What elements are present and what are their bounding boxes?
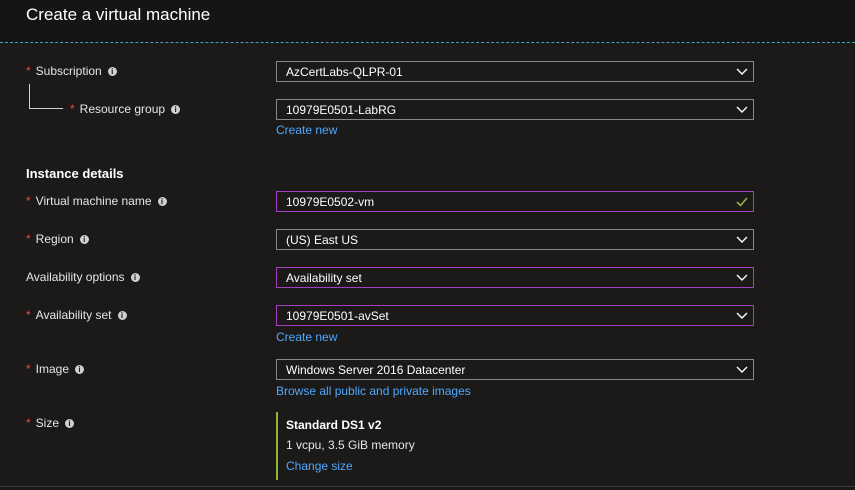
info-icon[interactable]: i	[117, 310, 127, 320]
required-marker: *	[26, 362, 31, 376]
create-new-resource-group-link[interactable]: Create new	[276, 123, 337, 137]
info-icon[interactable]: i	[75, 364, 85, 374]
divider	[0, 486, 855, 487]
info-icon[interactable]: i	[171, 104, 181, 114]
availability-options-label-row: Availability options i	[26, 270, 140, 284]
availability-options-label: Availability options	[26, 270, 125, 284]
image-label-row: * Image i	[26, 362, 85, 376]
tree-connector	[29, 84, 63, 109]
image-value: Windows Server 2016 Datacenter	[286, 362, 466, 377]
availability-options-value: Availability set	[286, 270, 362, 285]
vm-name-label-row: * Virtual machine name i	[26, 194, 167, 208]
browse-images-link[interactable]: Browse all public and private images	[276, 384, 471, 398]
region-label: Region	[35, 232, 74, 246]
size-summary: Standard DS1 v2 1 vcpu, 3.5 GiB memory C…	[276, 412, 536, 480]
availability-options-dropdown[interactable]: Availability set	[276, 267, 754, 288]
required-marker: *	[26, 232, 31, 246]
size-label-row: * Size i	[26, 416, 75, 430]
chevron-down-icon	[731, 306, 753, 325]
size-description: 1 vcpu, 3.5 GiB memory	[286, 438, 415, 452]
vm-name-input[interactable]: 10979E0502-vm	[276, 191, 754, 212]
chevron-down-icon	[731, 360, 753, 379]
chevron-down-icon	[731, 100, 753, 119]
region-label-row: * Region i	[26, 232, 89, 246]
subscription-label: Subscription	[35, 64, 102, 78]
info-icon[interactable]: i	[65, 418, 75, 428]
resource-group-value: 10979E0501-LabRG	[286, 102, 397, 117]
vm-name-label: Virtual machine name	[35, 194, 152, 208]
required-marker: *	[26, 64, 31, 78]
availability-set-label: Availability set	[35, 308, 112, 322]
info-icon[interactable]: i	[157, 196, 167, 206]
region-dropdown[interactable]: (US) East US	[276, 229, 754, 250]
info-icon[interactable]: i	[79, 234, 89, 244]
create-new-availability-set-link[interactable]: Create new	[276, 330, 337, 344]
availability-set-label-row: * Availability set i	[26, 308, 127, 322]
region-value: (US) East US	[286, 232, 359, 247]
checkmark-icon	[731, 192, 753, 211]
resource-group-dropdown[interactable]: 10979E0501-LabRG	[276, 99, 754, 120]
chevron-down-icon	[731, 62, 753, 81]
chevron-down-icon	[731, 230, 753, 249]
page-title: Create a virtual machine	[26, 5, 211, 24]
chevron-down-icon	[731, 268, 753, 287]
blade-header: Create a virtual machine	[0, 0, 855, 43]
info-icon[interactable]: i	[130, 272, 140, 282]
size-label: Size	[35, 416, 60, 430]
subscription-label-row: * Subscription i	[26, 64, 117, 78]
required-marker: *	[26, 194, 31, 208]
instance-details-heading: Instance details	[26, 166, 124, 181]
availability-set-value: 10979E0501-avSet	[286, 308, 389, 323]
availability-set-dropdown[interactable]: 10979E0501-avSet	[276, 305, 754, 326]
required-marker: *	[70, 102, 75, 116]
size-name: Standard DS1 v2	[286, 418, 382, 432]
image-label: Image	[35, 362, 70, 376]
required-marker: *	[26, 416, 31, 430]
change-size-link[interactable]: Change size	[286, 459, 353, 473]
subscription-value: AzCertLabs-QLPR-01	[286, 64, 403, 79]
vm-name-value: 10979E0502-vm	[286, 194, 375, 209]
subscription-dropdown[interactable]: AzCertLabs-QLPR-01	[276, 61, 754, 82]
resource-group-label-row: * Resource group i	[70, 102, 181, 116]
required-marker: *	[26, 308, 31, 322]
image-dropdown[interactable]: Windows Server 2016 Datacenter	[276, 359, 754, 380]
info-icon[interactable]: i	[107, 66, 117, 76]
resource-group-label: Resource group	[79, 102, 166, 116]
